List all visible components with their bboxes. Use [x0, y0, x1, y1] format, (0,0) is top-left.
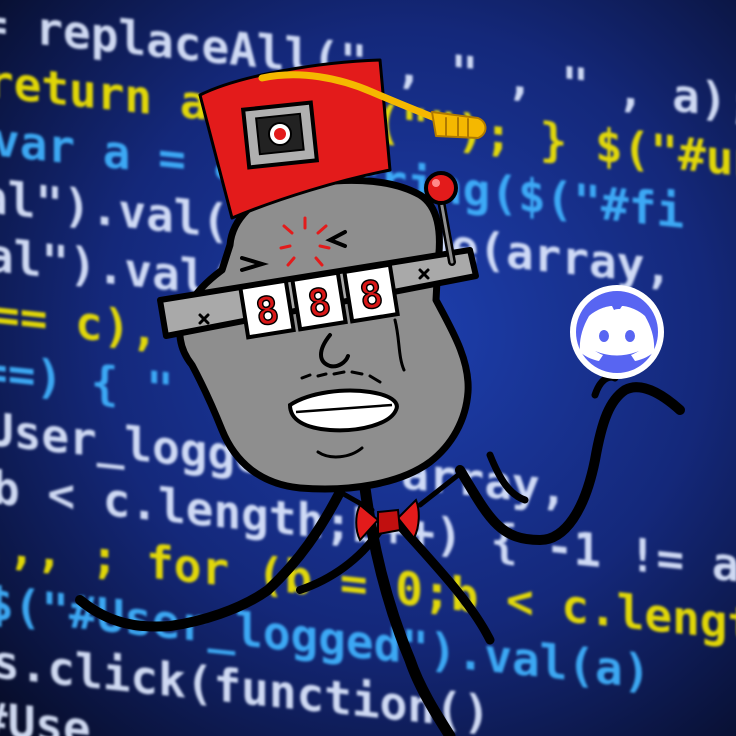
slot-reel-1: 8 [238, 278, 296, 340]
record-button-icon [240, 100, 320, 170]
robot-head [176, 176, 472, 493]
discord-logo-icon [570, 285, 664, 379]
artwork-canvas: = replaceAll(" , " , " , a); a = areturn… [0, 0, 736, 736]
slot-reel-2: 8 [290, 270, 348, 332]
robot-mascot: 8 8 8 [75, 58, 685, 736]
slot-reel-3: 8 [342, 262, 400, 324]
